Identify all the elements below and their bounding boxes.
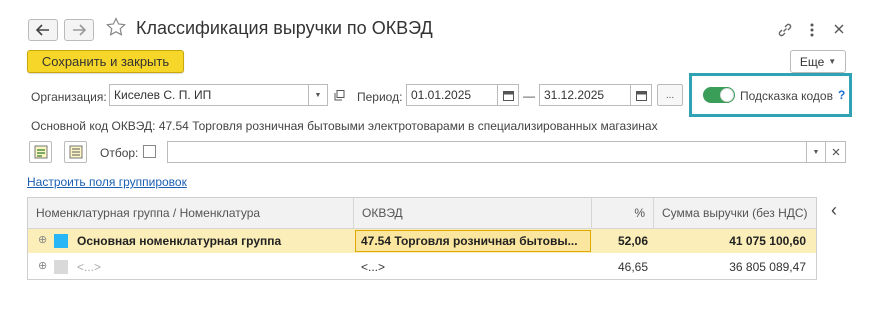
table-row[interactable]: ⊕ Основная номенклатурная группа 47.54 Т… — [28, 229, 816, 253]
filter-label: Отбор: — [100, 146, 139, 160]
more-button[interactable]: Еще ▼ — [790, 50, 846, 73]
arrow-right-icon — [73, 24, 86, 36]
period-dash: — — [523, 89, 535, 103]
row-sum: 41 075 100,60 — [729, 234, 806, 248]
revenue-table: Номенклатурная группа / Номенклатура ОКВ… — [27, 197, 817, 280]
arrow-left-icon — [36, 24, 49, 36]
filter-clear-button[interactable] — [825, 141, 846, 163]
date-to-calendar-button[interactable] — [630, 84, 652, 106]
expand-icon[interactable]: ⊕ — [38, 261, 49, 272]
org-open-button[interactable] — [330, 84, 348, 106]
hint-toggle[interactable] — [703, 87, 735, 103]
row-percent: 52,06 — [617, 234, 648, 248]
main-okved-text: Основной код ОКВЭД: 47.54 Торговля розни… — [31, 119, 658, 133]
column-header-nomenclature[interactable]: Номенклатурная группа / Номенклатура — [28, 198, 354, 229]
forward-button[interactable] — [64, 19, 94, 41]
help-icon[interactable]: ? — [838, 88, 845, 102]
row-name: Основная номенклатурная группа — [77, 234, 282, 248]
org-field[interactable]: Киселев С. П. ИП — [109, 84, 309, 106]
clear-icon — [832, 148, 839, 156]
calendar-icon — [502, 90, 514, 101]
filter-dropdown-button[interactable]: ▼ — [806, 141, 826, 163]
configure-grouping-link[interactable]: Настроить поля группировок — [27, 175, 187, 189]
open-window-icon — [334, 89, 344, 100]
check-list-icon — [34, 145, 47, 159]
caret-down-icon: ▼ — [314, 91, 322, 99]
expand-icon[interactable]: ⊕ — [38, 235, 49, 246]
period-label: Период: — [357, 90, 403, 104]
unselect-all-button[interactable] — [64, 141, 87, 163]
caret-down-icon: ▼ — [812, 148, 820, 156]
group-color-icon — [54, 234, 68, 248]
caret-down-icon: ▼ — [828, 57, 837, 66]
calendar-icon — [635, 90, 647, 101]
link-icon[interactable] — [777, 22, 793, 41]
back-button[interactable] — [28, 19, 58, 41]
select-all-button[interactable] — [29, 141, 52, 163]
save-and-close-button[interactable]: Сохранить и закрыть — [27, 50, 184, 73]
date-from-field[interactable]: 01.01.2025 — [406, 84, 498, 106]
row-percent: 46,65 — [617, 260, 648, 274]
date-from-calendar-button[interactable] — [497, 84, 519, 106]
org-label: Организация: — [31, 90, 107, 104]
row-sum: 36 805 089,47 — [729, 260, 806, 274]
table-row[interactable]: ⊕ <...> <...> 46,65 36 805 089,47 — [28, 255, 816, 279]
row-name: <...> — [77, 260, 102, 274]
column-header-revenue[interactable]: Сумма выручки (без НДС) — [654, 198, 816, 229]
close-icon[interactable] — [833, 23, 845, 38]
group-color-icon — [54, 260, 68, 274]
date-to-field[interactable]: 31.12.2025 — [539, 84, 631, 106]
row-okved[interactable]: 47.54 Торговля розничная бытовы... — [355, 230, 591, 252]
more-label: Еще — [799, 54, 825, 69]
uncheck-list-icon — [69, 145, 82, 159]
page-title: Классификация выручки по ОКВЭД — [136, 18, 433, 38]
period-select-button[interactable]: ... — [657, 84, 683, 106]
table-header: Номенклатурная группа / Номенклатура ОКВ… — [28, 198, 816, 229]
hint-label: Подсказка кодов — [740, 89, 833, 103]
row-okved[interactable]: <...> — [361, 255, 591, 279]
more-vertical-icon[interactable] — [809, 22, 815, 41]
filter-checkbox[interactable] — [143, 145, 156, 158]
column-header-percent[interactable]: % — [592, 198, 654, 229]
column-header-okved[interactable]: ОКВЭД — [354, 198, 592, 229]
org-dropdown-button[interactable]: ▼ — [308, 84, 328, 106]
toggle-knob — [720, 88, 734, 102]
collapse-panel-button[interactable]: ‹ — [831, 200, 837, 221]
star-icon[interactable] — [106, 17, 126, 40]
filter-field[interactable] — [167, 141, 807, 163]
